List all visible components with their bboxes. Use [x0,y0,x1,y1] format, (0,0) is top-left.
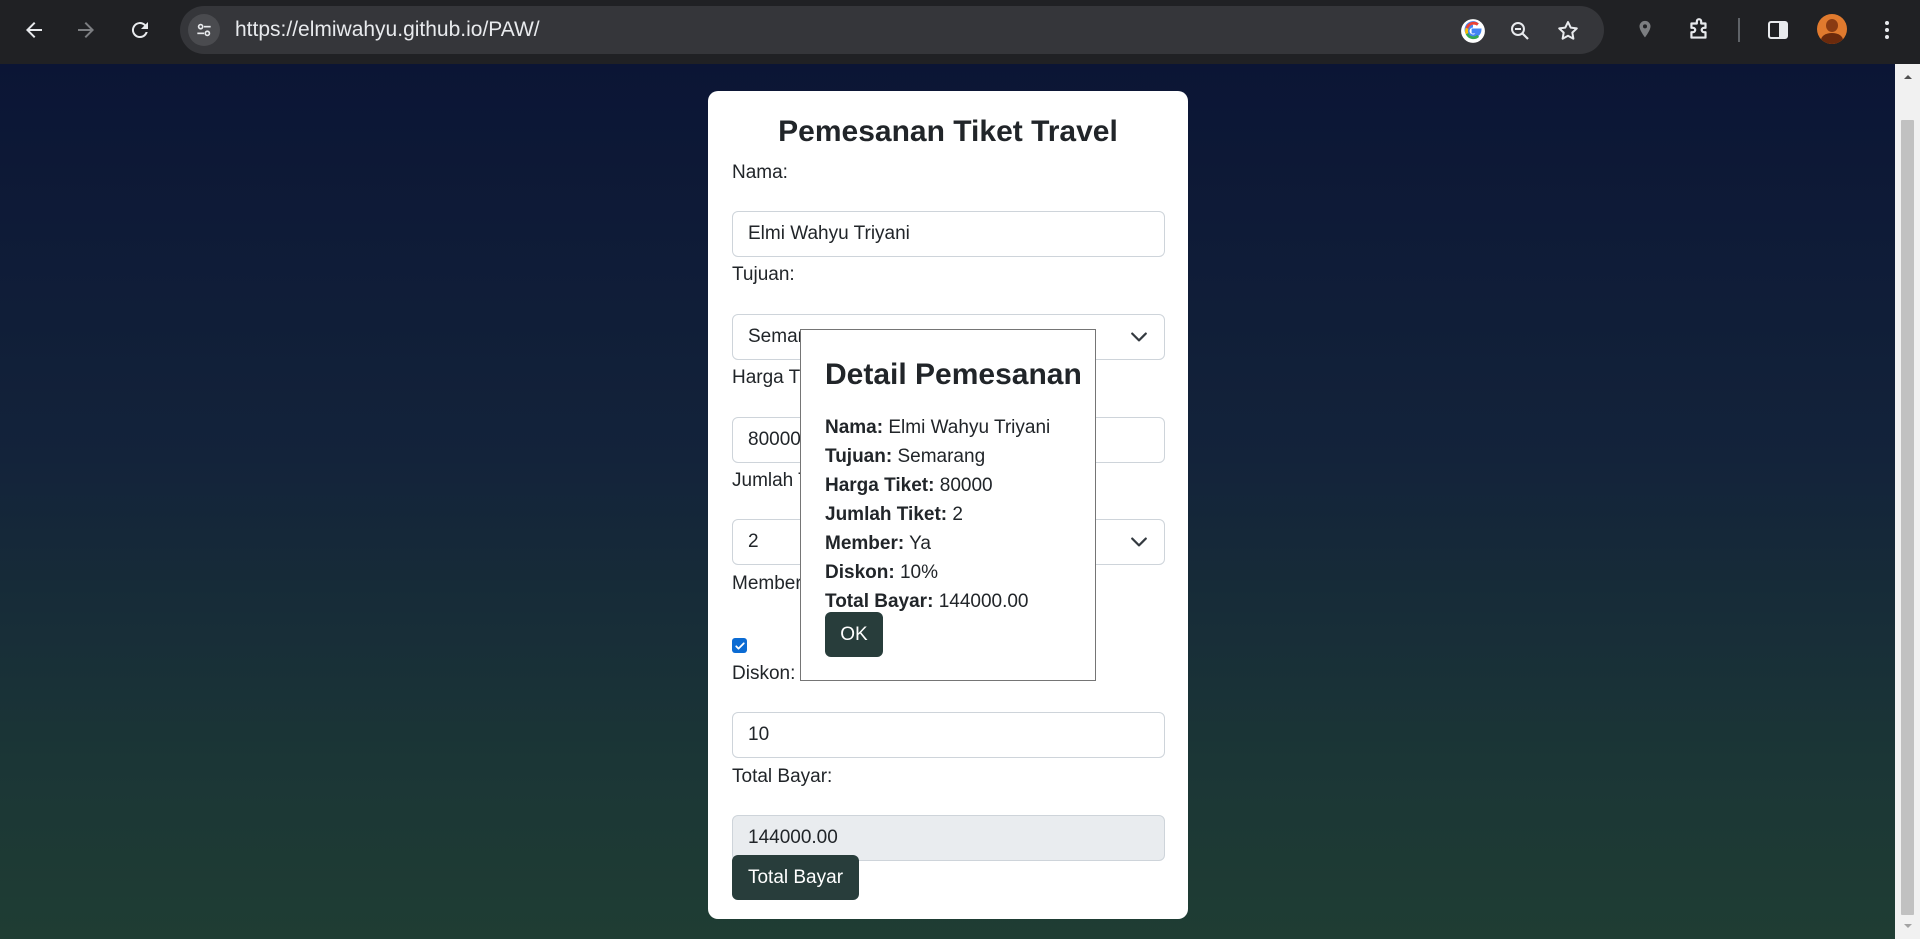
side-panel-icon[interactable] [1763,15,1793,45]
detail-row-tujuan: Tujuan: Semarang [825,442,1050,471]
bookmark-star-icon[interactable] [1555,18,1581,44]
browser-toolbar: https://elmiwahyu.github.io/PAW/ [0,0,1920,64]
diskon-value: 10 [748,724,770,745]
jumlah-value: 2 [748,531,759,552]
detail-value: 80000 [939,475,993,496]
member-label: Member: [732,573,807,594]
member-checkbox[interactable] [732,638,747,653]
diskon-input[interactable]: 10 [732,712,1165,758]
detail-value: Elmi Wahyu Triyani [888,417,1051,438]
total-label: Total Bayar: [732,766,833,787]
detail-label: Diskon: [825,562,895,583]
location-icon[interactable] [1630,15,1660,45]
page-scrollbar[interactable] [1895,64,1920,939]
extensions-icon[interactable] [1684,15,1714,45]
detail-label: Member: [825,533,905,554]
menu-icon[interactable] [1872,15,1902,45]
detail-label: Tujuan: [825,446,893,467]
site-info-icon[interactable] [188,14,220,46]
chevron-down-icon [1131,537,1147,547]
profile-avatar[interactable] [1817,14,1847,44]
scroll-down-icon[interactable] [1895,915,1920,937]
nama-input[interactable]: Elmi Wahyu Triyani [732,211,1165,257]
url-text[interactable]: https://elmiwahyu.github.io/PAW/ [235,18,540,42]
scrollbar-thumb[interactable] [1901,120,1914,915]
detail-row-diskon: Diskon: 10% [825,558,1050,587]
detail-label: Total Bayar: [825,591,934,612]
scroll-up-icon[interactable] [1895,66,1920,88]
detail-dialog: Detail Pemesanan Nama: Elmi Wahyu Triyan… [800,329,1096,681]
detail-label: Harga Tiket: [825,475,935,496]
google-icon[interactable] [1460,18,1486,44]
chevron-down-icon [1131,332,1147,342]
nama-label: Nama: [732,162,788,183]
form-title: Pemesanan Tiket Travel [778,115,1118,148]
address-bar[interactable]: https://elmiwahyu.github.io/PAW/ [180,6,1604,54]
toolbar-divider [1738,18,1740,42]
detail-row-jumlah: Jumlah Tiket: 2 [825,500,1050,529]
zoom-icon[interactable] [1507,18,1533,44]
total-value: 144000.00 [748,827,838,848]
ok-button[interactable]: OK [825,612,883,657]
reload-icon[interactable] [122,12,158,48]
harga-value: 80000 [748,429,801,450]
detail-label: Jumlah Tiket: [825,504,948,525]
detail-value: 10% [899,562,938,583]
checkmark-icon [734,641,745,650]
diskon-label: Diskon: [732,663,796,684]
dialog-title: Detail Pemesanan [825,358,1082,391]
detail-label: Nama: [825,417,884,438]
detail-row-member: Member: Ya [825,529,1050,558]
detail-value: Semarang [897,446,986,467]
detail-list: Nama: Elmi Wahyu Triyani Tujuan: Semaran… [825,413,1050,616]
detail-row-harga: Harga Tiket: 80000 [825,471,1050,500]
total-bayar-button[interactable]: Total Bayar [732,855,859,900]
detail-value: 144000.00 [938,591,1029,612]
detail-value: 2 [952,504,963,525]
tujuan-label: Tujuan: [732,264,795,285]
page-viewport: Pemesanan Tiket Travel Nama: Elmi Wahyu … [0,64,1895,939]
detail-value: Ya [909,533,931,554]
detail-row-nama: Nama: Elmi Wahyu Triyani [825,413,1050,442]
nama-value: Elmi Wahyu Triyani [748,223,910,244]
forward-icon[interactable] [68,12,104,48]
back-icon[interactable] [16,12,52,48]
